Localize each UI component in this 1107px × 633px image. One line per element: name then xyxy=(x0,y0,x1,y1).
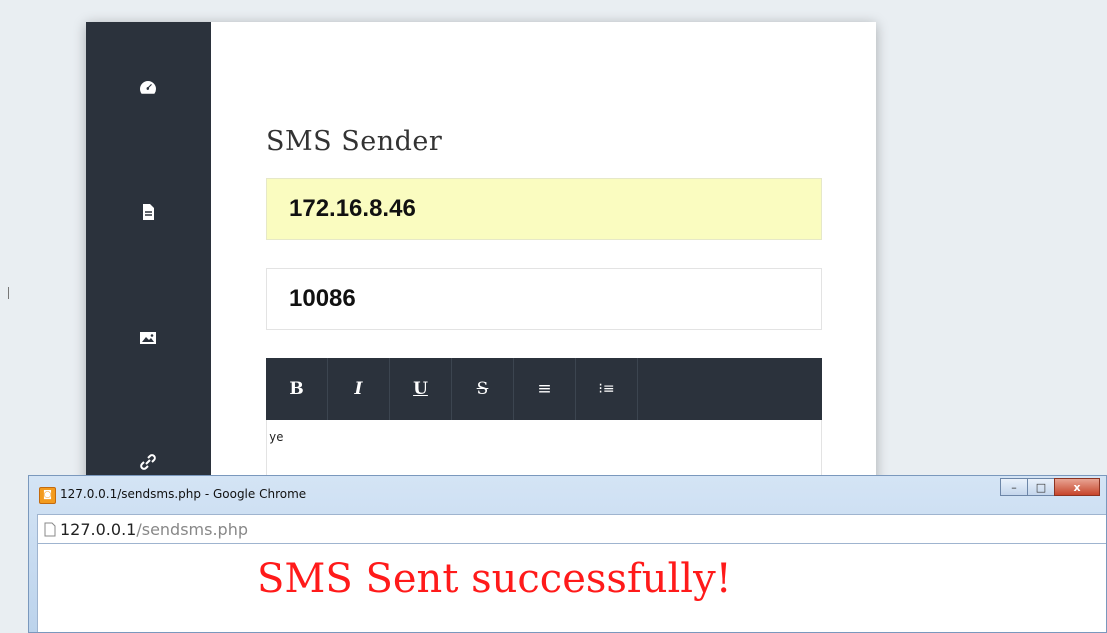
link-icon[interactable] xyxy=(136,450,160,474)
dashboard-icon[interactable] xyxy=(136,76,160,100)
phone-number-input[interactable] xyxy=(266,268,822,330)
bold-button[interactable]: B xyxy=(266,358,328,420)
sms-sender-card: SMS Sender B I U S ≡ ⁝≡ ye xyxy=(86,22,876,492)
main-panel: SMS Sender B I U S ≡ ⁝≡ ye xyxy=(211,22,876,492)
maximize-button[interactable]: □ xyxy=(1027,478,1055,496)
ip-address-input[interactable] xyxy=(266,178,822,240)
underline-button[interactable]: U xyxy=(390,358,452,420)
close-button[interactable]: x xyxy=(1054,478,1100,496)
chrome-popup-window: ◙ 127.0.0.1/sendsms.php - Google Chrome … xyxy=(28,475,1107,633)
address-bar[interactable]: 127.0.0.1/sendsms.php xyxy=(37,514,1106,544)
bullet-list-button[interactable]: ≡ xyxy=(514,358,576,420)
sidebar xyxy=(86,22,211,492)
page-icon xyxy=(44,522,56,537)
url-host: 127.0.0.1 xyxy=(60,520,137,539)
document-icon[interactable] xyxy=(136,200,160,224)
success-message: SMS Sent successfully! xyxy=(257,556,732,602)
window-controls: – □ x xyxy=(1000,478,1100,496)
minimize-button[interactable]: – xyxy=(1000,478,1028,496)
url-text: 127.0.0.1/sendsms.php xyxy=(60,520,248,539)
page-title: SMS Sender xyxy=(266,126,443,157)
app-icon: ◙ xyxy=(39,487,56,504)
page-content: SMS Sent successfully! xyxy=(37,544,1106,632)
url-path: /sendsms.php xyxy=(136,520,249,539)
edge-marker xyxy=(8,287,9,299)
window-titlebar[interactable]: ◙ 127.0.0.1/sendsms.php - Google Chrome … xyxy=(29,476,1106,512)
italic-button[interactable]: I xyxy=(328,358,390,420)
editor-toolbar: B I U S ≡ ⁝≡ xyxy=(266,358,822,420)
image-icon[interactable] xyxy=(136,326,160,350)
window-title: 127.0.0.1/sendsms.php - Google Chrome xyxy=(60,487,307,501)
numbered-list-button[interactable]: ⁝≡ xyxy=(576,358,638,420)
strikethrough-button[interactable]: S xyxy=(452,358,514,420)
